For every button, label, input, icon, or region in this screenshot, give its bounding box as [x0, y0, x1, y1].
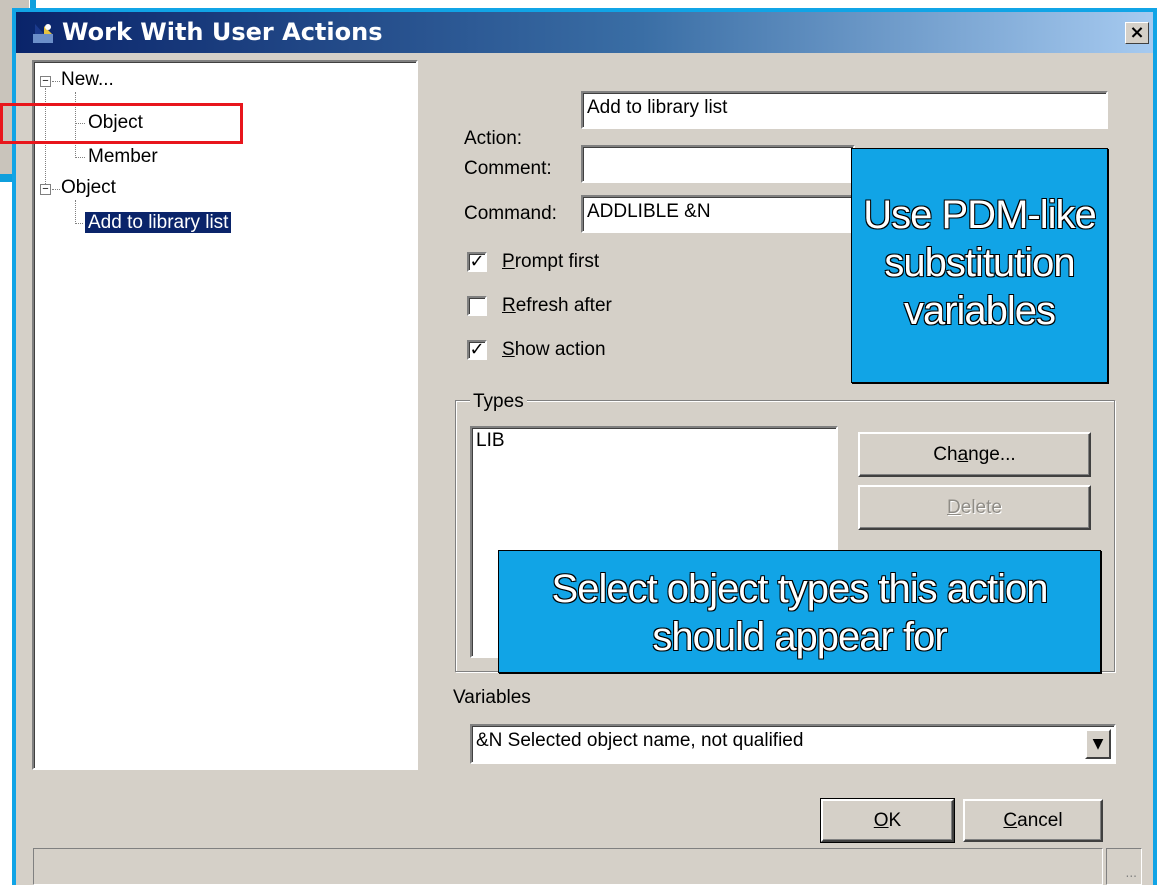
tree-connector — [75, 157, 85, 158]
callout-object-types: Select object types this action should a… — [498, 550, 1101, 673]
ok-button[interactable]: OK — [820, 798, 955, 843]
tree-node-new[interactable]: New... — [61, 68, 114, 92]
tree-node-add-to-library-list[interactable]: Add to library list — [83, 211, 233, 235]
command-field[interactable]: ADDLIBLE &N — [581, 195, 855, 233]
cancel-button[interactable]: Cancel — [963, 799, 1103, 842]
status-bar — [33, 848, 1103, 885]
collapse-object-icon[interactable]: − — [40, 184, 51, 195]
chevron-down-icon[interactable]: ▼ — [1085, 729, 1111, 759]
refresh-after-label[interactable]: Refresh after — [502, 294, 612, 318]
comment-field[interactable] — [581, 145, 855, 183]
callout-line: should appear for — [652, 615, 947, 659]
dialog-titlebar[interactable]: Work With User Actions × — [16, 12, 1153, 53]
tree-node-new-member[interactable]: Member — [88, 145, 158, 169]
callout-line: variables — [903, 289, 1056, 333]
dialog-title: Work With User Actions — [62, 18, 383, 46]
comment-label: Comment: — [464, 158, 552, 179]
tree-connector — [52, 189, 60, 190]
tree-connector — [52, 81, 60, 82]
highlight-box — [0, 103, 243, 144]
app-icon — [33, 24, 53, 43]
action-label: Action: — [464, 128, 523, 149]
callout-line: Select object types this action — [551, 567, 1049, 611]
tree-node-object[interactable]: Object — [61, 176, 116, 200]
list-item[interactable]: LIB — [476, 430, 832, 452]
prompt-first-checkbox[interactable]: ✓ — [467, 252, 487, 272]
refresh-after-checkbox[interactable] — [467, 296, 487, 316]
close-icon: × — [1129, 22, 1145, 43]
command-label: Command: — [464, 203, 557, 224]
show-action-checkbox[interactable]: ✓ — [467, 340, 487, 360]
delete-button[interactable]: Delete — [858, 485, 1091, 530]
change-button[interactable]: Ch a nge... — [858, 432, 1091, 477]
action-field[interactable]: Add to library list — [581, 91, 1108, 129]
variables-label: Variables — [453, 687, 531, 708]
user-actions-tree[interactable]: − New... Object Member − Object Add to l… — [32, 60, 418, 770]
selected-tree-label: Add to library list — [83, 211, 233, 234]
tree-connector — [75, 223, 85, 224]
callout-substitution-variables: Use PDM-like substitution variables — [851, 148, 1108, 383]
types-legend: Types — [470, 390, 527, 414]
collapse-new-icon[interactable]: − — [40, 76, 51, 87]
callout-line: substitution — [884, 241, 1075, 285]
prompt-first-label[interactable]: Prompt first — [502, 250, 599, 274]
variables-combobox[interactable]: &N Selected object name, not qualified — [470, 724, 1116, 764]
tree-connector — [75, 200, 76, 224]
close-button[interactable]: × — [1125, 22, 1149, 44]
callout-line: Use PDM-like — [863, 193, 1096, 237]
show-action-label[interactable]: Show action — [502, 338, 606, 362]
resize-grip-icon[interactable]: ... — [1106, 848, 1142, 885]
